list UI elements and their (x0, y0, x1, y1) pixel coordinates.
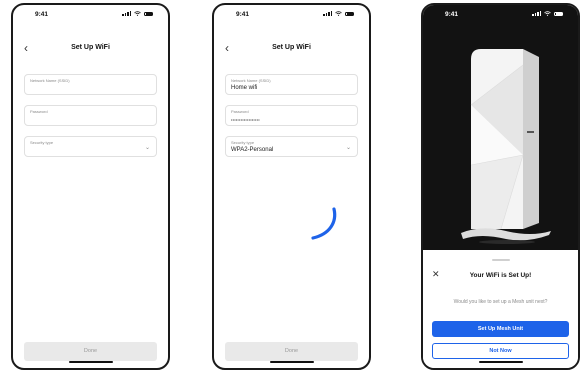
password-field[interactable]: Password •••••••••••••••••• (225, 105, 358, 126)
chevron-down-icon: ⌄ (345, 145, 351, 151)
nav-bar: ‹ Set Up WiFi (13, 37, 168, 59)
status-time: 9:41 (35, 11, 49, 18)
battery-icon (144, 11, 153, 16)
chevron-down-icon: ⌄ (144, 145, 150, 151)
wifi-icon (544, 11, 551, 16)
sheet-subtitle: Would you like to set up a Mesh unit nex… (453, 299, 548, 305)
password-value: •••••••••••••••••• (231, 117, 260, 122)
status-bar: 9:41 (423, 5, 578, 27)
loading-spinner-icon (311, 207, 337, 240)
sheet-title: Your WiFi is Set Up! (469, 272, 532, 279)
signal-icon (532, 11, 541, 16)
password-label: Password (231, 109, 249, 114)
security-type-select[interactable]: Security type ⌄ (24, 136, 157, 157)
done-button[interactable]: Done (225, 342, 358, 361)
security-type-label: Security type (231, 140, 255, 145)
wifi-icon (134, 11, 141, 16)
password-field[interactable]: Password (24, 105, 157, 126)
router-photo (423, 5, 578, 250)
sheet-drag-handle[interactable] (491, 259, 510, 261)
done-button[interactable]: Done (24, 342, 157, 361)
ssid-label: Network Name (SSID) (30, 78, 70, 83)
ssid-label: Network Name (SSID) (231, 78, 271, 83)
router-image (461, 49, 551, 244)
not-now-button[interactable]: Not Now (432, 343, 569, 359)
ssid-value: Home wifi (231, 85, 258, 91)
signal-icon (323, 11, 332, 16)
password-label: Password (30, 109, 48, 114)
page-title: Set Up WiFi (272, 44, 311, 51)
status-icons (122, 11, 153, 16)
ssid-field[interactable]: Network Name (SSID) (24, 74, 157, 95)
battery-icon (345, 11, 354, 16)
ssid-field[interactable]: Network Name (SSID) Home wifi (225, 74, 358, 95)
security-type-label: Security type (30, 140, 54, 145)
nav-bar: ‹ Set Up WiFi (214, 37, 369, 59)
setup-wifi-screen-loading: 9:41 ‹ Set Up WiFi Network Name (SSID) H… (212, 3, 371, 370)
setup-wifi-screen-empty: 9:41 ‹ Set Up WiFi Network Name (SSID) P… (11, 3, 170, 370)
wifi-icon (335, 11, 342, 16)
success-bottom-sheet: ✕ Your WiFi is Set Up! Would you like to… (423, 254, 578, 368)
home-indicator (68, 361, 113, 363)
status-icons (323, 11, 354, 16)
home-indicator (478, 361, 523, 363)
status-time: 9:41 (236, 11, 250, 18)
security-type-select[interactable]: Security type WPA2-Personal ⌄ (225, 136, 358, 157)
wifi-setup-complete-screen: 9:41 ✕ Your WiFi is Set Up! Would you li… (421, 3, 580, 370)
battery-icon (554, 11, 563, 16)
status-time: 9:41 (445, 11, 459, 18)
security-type-value: WPA2-Personal (231, 147, 274, 153)
status-bar: 9:41 (13, 5, 168, 27)
page-title: Set Up WiFi (71, 44, 110, 51)
home-indicator (269, 361, 314, 363)
set-up-mesh-unit-button[interactable]: Set Up Mesh Unit (432, 321, 569, 337)
signal-icon (122, 11, 131, 16)
status-icons (532, 11, 563, 16)
status-bar: 9:41 (214, 5, 369, 27)
